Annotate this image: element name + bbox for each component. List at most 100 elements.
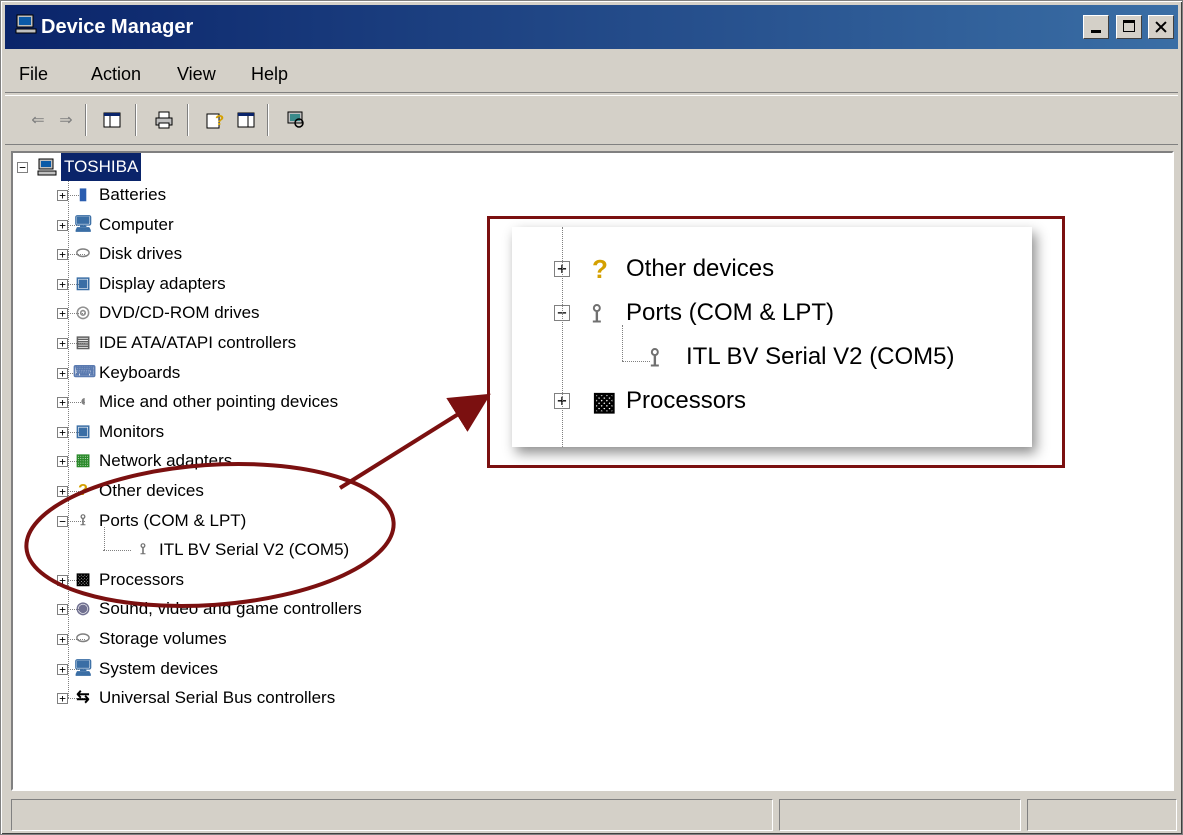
collapse-toggle[interactable]: − [57, 515, 68, 527]
scan-hardware-icon[interactable] [283, 108, 309, 132]
tree-item-label[interactable]: Keyboards [99, 359, 180, 387]
tree-item-label[interactable]: Ports (COM & LPT) [99, 507, 246, 535]
expand-toggle[interactable]: + [57, 397, 68, 409]
status-pane-2 [779, 799, 1021, 831]
expand-toggle[interactable]: + [57, 308, 68, 320]
tree-category[interactable]: + ▩ Processors [13, 566, 613, 594]
port-icon: ⟟ [80, 511, 86, 529]
tree-item-label[interactable]: Storage volumes [99, 625, 227, 653]
tree-item-label[interactable]: System devices [99, 655, 218, 683]
expand-toggle[interactable]: + [57, 249, 68, 261]
properties-icon[interactable] [233, 108, 259, 132]
zoom-callout: +? Other devices − ⟟ Ports (COM & LPT) ⟟ ITL B… [487, 216, 1065, 468]
zoom-item-label: Other devices [626, 255, 775, 282]
expand-toggle[interactable]: + [57, 634, 68, 645]
zoom-inner: +? Other devices − ⟟ Ports (COM & LPT) ⟟ ITL B… [512, 227, 1032, 447]
port-icon: ⟟ [650, 342, 660, 372]
menu-action[interactable]: Action [91, 63, 141, 85]
chip-icon: ▩ [75, 570, 91, 588]
computer-icon [37, 158, 57, 176]
expand-toggle[interactable]: + [57, 693, 68, 705]
menu-file[interactable]: File [19, 63, 48, 85]
maximize-button[interactable] [1115, 15, 1142, 39]
expand-toggle[interactable]: + [57, 604, 68, 616]
expand-toggle[interactable]: + [57, 219, 68, 231]
tree-connector [622, 325, 623, 361]
tree-connector [562, 227, 563, 447]
toolbar: ⇐ ⇒ ? [5, 95, 1178, 145]
tree-category[interactable]: + ⬭ Storage volumes [13, 625, 613, 653]
tree-item-label[interactable]: ITL BV Serial V2 (COM5) [159, 536, 349, 564]
forward-arrow-icon[interactable]: ⇒ [53, 108, 79, 132]
expand-toggle[interactable]: + [57, 338, 68, 349]
tree-item-label[interactable]: Sound, video and game controllers [99, 595, 362, 623]
window-title: Device Manager [41, 16, 194, 38]
expand-toggle[interactable]: + [57, 190, 68, 201]
svg-text:?: ? [215, 112, 224, 129]
tree-item-label[interactable]: Mice and other pointing devices [99, 388, 338, 416]
tree-item-label[interactable]: Disk drives [99, 240, 182, 268]
port-icon: ⟟ [140, 541, 146, 559]
tree-root[interactable]: − TOSHIBA [13, 153, 413, 181]
tree-category[interactable]: + 🖥 System devices [13, 655, 613, 683]
status-bar [11, 799, 1178, 831]
tree-category[interactable]: − ⟟ Ports (COM & LPT) [13, 507, 613, 535]
keyboard-icon: ⌨ [73, 363, 97, 381]
minimize-button[interactable] [1083, 15, 1110, 39]
monitor-icon: ▣ [75, 274, 91, 292]
question-icon: ? [592, 254, 608, 284]
tree-connector [103, 550, 131, 552]
menu-view[interactable]: View [177, 63, 216, 85]
network-card-icon: ▦ [75, 452, 91, 470]
tree-category[interactable]: + ◉ Sound, video and game controllers [13, 595, 613, 623]
monitor-icon: ▣ [75, 422, 91, 440]
tree-category[interactable]: + ▮ Batteries [13, 181, 613, 209]
port-icon: ⟟ [592, 298, 602, 328]
back-arrow-icon[interactable]: ⇐ [25, 108, 51, 132]
tree-child-item[interactable]: ⟟ ITL BV Serial V2 (COM5) [13, 536, 613, 564]
expand-toggle[interactable]: + [57, 574, 68, 586]
tree-item-label[interactable]: Display adapters [99, 270, 226, 298]
chip-icon: ▩ [592, 386, 617, 416]
help-icon[interactable]: ? [203, 108, 229, 132]
status-pane-3 [1027, 799, 1177, 831]
cd-icon: ◎ [76, 304, 90, 322]
disk-drive-icon: ⬭ [76, 630, 90, 647]
root-label[interactable]: TOSHIBA [61, 153, 142, 181]
expand-toggle[interactable]: + [57, 663, 68, 675]
tree-category[interactable]: + ⇆ Universal Serial Bus controllers [13, 684, 613, 712]
expand-toggle[interactable]: + [57, 456, 68, 468]
battery-icon: ▮ [78, 186, 88, 203]
usb-icon: ⇆ [76, 689, 90, 707]
tree-item-label[interactable]: DVD/CD-ROM drives [99, 299, 260, 327]
tree-category[interactable]: +? Other devices [13, 477, 613, 505]
menu-bar: File Action View Help [5, 53, 1178, 93]
title-bar[interactable]: Device Manager [5, 5, 1178, 49]
tree-connector [104, 526, 105, 551]
tree-item-label[interactable]: Computer [99, 211, 174, 239]
tree-item-label[interactable]: Network adapters [99, 447, 232, 475]
close-button[interactable] [1148, 15, 1174, 39]
speaker-icon: ◉ [76, 600, 90, 618]
tree-item-label[interactable]: Monitors [99, 418, 164, 446]
tree-item-label[interactable]: IDE ATA/ATAPI controllers [99, 329, 296, 357]
menu-help[interactable]: Help [251, 63, 288, 85]
tree-item-label[interactable]: Processors [99, 566, 184, 594]
expand-toggle[interactable]: + [57, 367, 68, 379]
expand-toggle[interactable]: + [57, 278, 68, 290]
tree-item-label[interactable]: Universal Serial Bus controllers [99, 684, 335, 712]
tree-connector [68, 181, 69, 699]
tree-item-label[interactable]: Batteries [99, 181, 166, 209]
collapse-toggle[interactable]: − [17, 162, 28, 173]
tree-item-label[interactable]: Other devices [99, 477, 204, 505]
disk-drive-icon: ⬭ [76, 245, 90, 263]
expand-toggle[interactable]: + [57, 486, 68, 497]
zoom-item-label: Processors [626, 387, 747, 414]
tree-connector [622, 361, 650, 362]
show-hide-console-tree-icon[interactable] [99, 108, 125, 132]
computer-icon: 🖥 [73, 659, 94, 677]
expand-toggle[interactable]: + [57, 426, 68, 438]
zoom-item-label: ITL BV Serial V2 (COM5) [686, 343, 955, 370]
mouse-icon: ◖ [78, 393, 88, 411]
print-icon[interactable] [151, 108, 177, 132]
